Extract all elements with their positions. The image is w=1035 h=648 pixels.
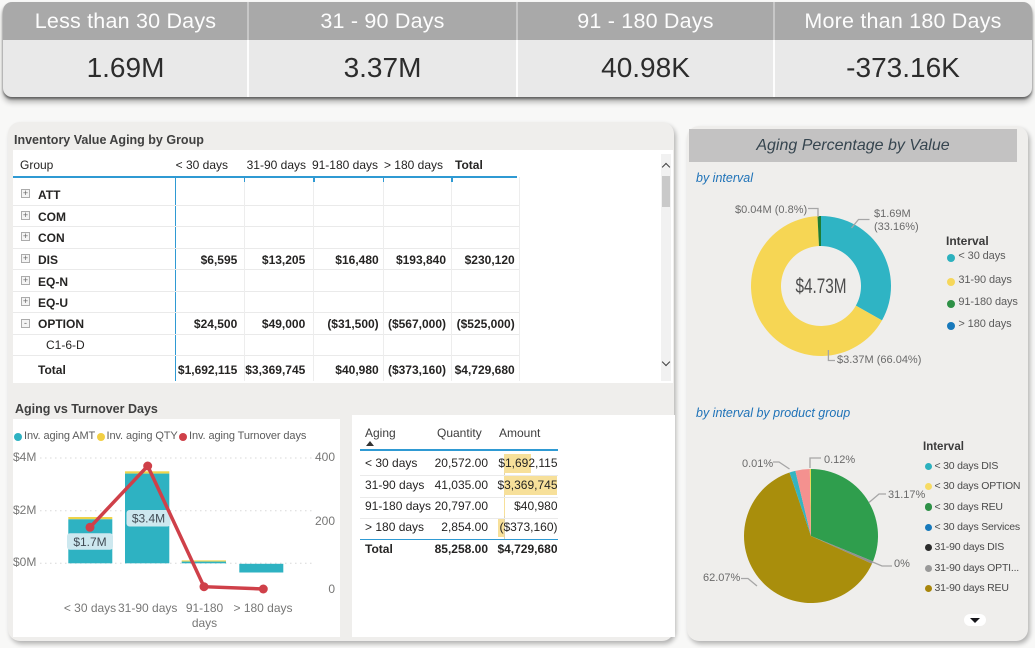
svg-text:$3.4M: $3.4M bbox=[132, 512, 165, 526]
svg-text:$1.7M: $1.7M bbox=[73, 535, 106, 549]
